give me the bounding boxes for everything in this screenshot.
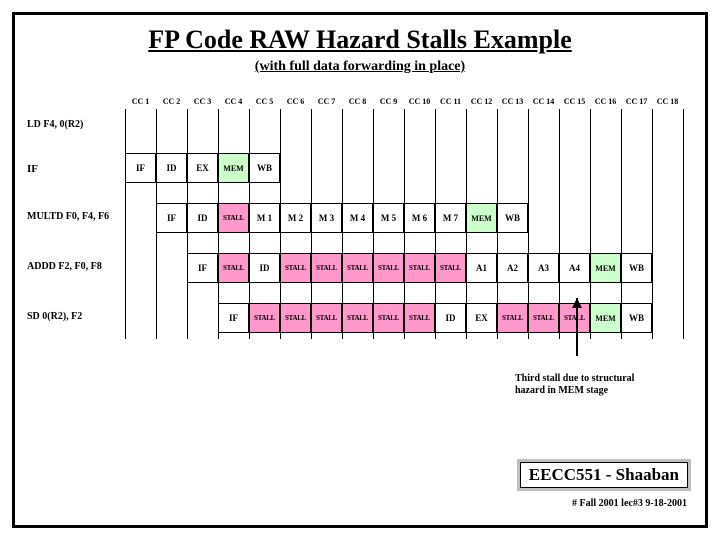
stage-cell: ID: [435, 303, 466, 333]
stage-cell: STALL: [218, 253, 249, 283]
stage-cell: STALL: [373, 253, 404, 283]
structural-hazard-note: Third stall due to structural hazard in …: [515, 373, 635, 396]
stage-cell: WB: [621, 253, 652, 283]
footer-course-label: EECC551 - Shaaban: [520, 462, 688, 488]
stage-cell: MEM: [590, 303, 621, 333]
stage-cell: MEM: [590, 253, 621, 283]
cycle-label: CC 10: [404, 97, 435, 106]
pipeline-row-2: IFSTALLIDSTALLSTALLSTALLSTALLSTALLSTALLA…: [187, 253, 652, 283]
cycle-label: CC 3: [187, 97, 218, 106]
cycle-label: CC 4: [218, 97, 249, 106]
stage-cell: ID: [187, 203, 218, 233]
instr-label-3: SD 0(R2), F2: [27, 311, 82, 322]
gridline: [652, 109, 683, 339]
cycle-label: CC 13: [497, 97, 528, 106]
stage-cell: M 5: [373, 203, 404, 233]
stage-cell: A1: [466, 253, 497, 283]
stage-cell: IF: [187, 253, 218, 283]
stage-cell: STALL: [435, 253, 466, 283]
arrow-note-icon: [565, 298, 589, 368]
grid-end-line: [683, 109, 684, 339]
cycle-label: CC 16: [590, 97, 621, 106]
stage-cell: ID: [156, 153, 187, 183]
stage-cell: STALL: [404, 303, 435, 333]
stage-cell: STALL: [342, 303, 373, 333]
stage-cell: STALL: [497, 303, 528, 333]
cycle-label: CC 12: [466, 97, 497, 106]
stage-cell: A3: [528, 253, 559, 283]
stage-cell: WB: [249, 153, 280, 183]
stage-cell: STALL: [373, 303, 404, 333]
instr-label-if: IF: [27, 163, 38, 175]
stage-cell: STALL: [311, 303, 342, 333]
stage-cell: STALL: [404, 253, 435, 283]
cycle-label: CC 1: [125, 97, 156, 106]
cycle-label: CC 5: [249, 97, 280, 106]
stage-cell: IF: [125, 153, 156, 183]
stage-cell: M 3: [311, 203, 342, 233]
stage-cell: STALL: [342, 253, 373, 283]
stage-cell: M 1: [249, 203, 280, 233]
cycle-label: CC 11: [435, 97, 466, 106]
pipeline-row-0: IFIDEXMEMWB: [125, 153, 280, 183]
stage-cell: STALL: [249, 303, 280, 333]
footer-date-label: # Fall 2001 lec#3 9-18-2001: [572, 498, 687, 509]
stage-cell: M 2: [280, 203, 311, 233]
stage-cell: MEM: [466, 203, 497, 233]
stage-cell: STALL: [280, 253, 311, 283]
instr-label-1: MULTD F0, F4, F6: [27, 211, 109, 222]
stage-cell: WB: [621, 303, 652, 333]
cycle-label: CC 14: [528, 97, 559, 106]
stage-cell: STALL: [528, 303, 559, 333]
cycle-label: CC 15: [559, 97, 590, 106]
page-subtitle: (with full data forwarding in place): [23, 59, 697, 75]
stage-cell: MEM: [218, 153, 249, 183]
cycle-label: CC 17: [621, 97, 652, 106]
stage-cell: M 4: [342, 203, 373, 233]
cycle-label: CC 7: [311, 97, 342, 106]
cycle-label: CC 2: [156, 97, 187, 106]
pipeline-diagram: CC 1CC 2CC 3CC 4CC 5CC 6CC 7CC 8CC 9CC 1…: [23, 97, 697, 357]
stage-cell: A4: [559, 253, 590, 283]
stage-cell: M 6: [404, 203, 435, 233]
stage-cell: M 7: [435, 203, 466, 233]
cycle-label: CC 18: [652, 97, 683, 106]
stage-cell: A2: [497, 253, 528, 283]
cycle-label: CC 6: [280, 97, 311, 106]
cycle-label: CC 9: [373, 97, 404, 106]
stage-cell: WB: [497, 203, 528, 233]
stage-cell: STALL: [218, 203, 249, 233]
stage-cell: EX: [466, 303, 497, 333]
stage-cell: EX: [187, 153, 218, 183]
stage-cell: STALL: [311, 253, 342, 283]
stage-cell: ID: [249, 253, 280, 283]
stage-cell: IF: [218, 303, 249, 333]
pipeline-row-1: IFIDSTALLM 1M 2M 3M 4M 5M 6M 7MEMWB: [156, 203, 528, 233]
cycle-labels: CC 1CC 2CC 3CC 4CC 5CC 6CC 7CC 8CC 9CC 1…: [125, 97, 683, 106]
instr-label-2: ADDD F2, F0, F8: [27, 261, 102, 272]
footer-course-box: EECC551 - Shaaban: [517, 459, 691, 491]
page-title: FP Code RAW Hazard Stalls Example: [23, 25, 697, 55]
slide-frame: FP Code RAW Hazard Stalls Example (with …: [12, 12, 708, 528]
stage-cell: IF: [156, 203, 187, 233]
stage-cell: STALL: [280, 303, 311, 333]
gridline: [125, 109, 156, 339]
cycle-label: CC 8: [342, 97, 373, 106]
instr-label-0: LD F4, 0(R2): [27, 119, 83, 130]
